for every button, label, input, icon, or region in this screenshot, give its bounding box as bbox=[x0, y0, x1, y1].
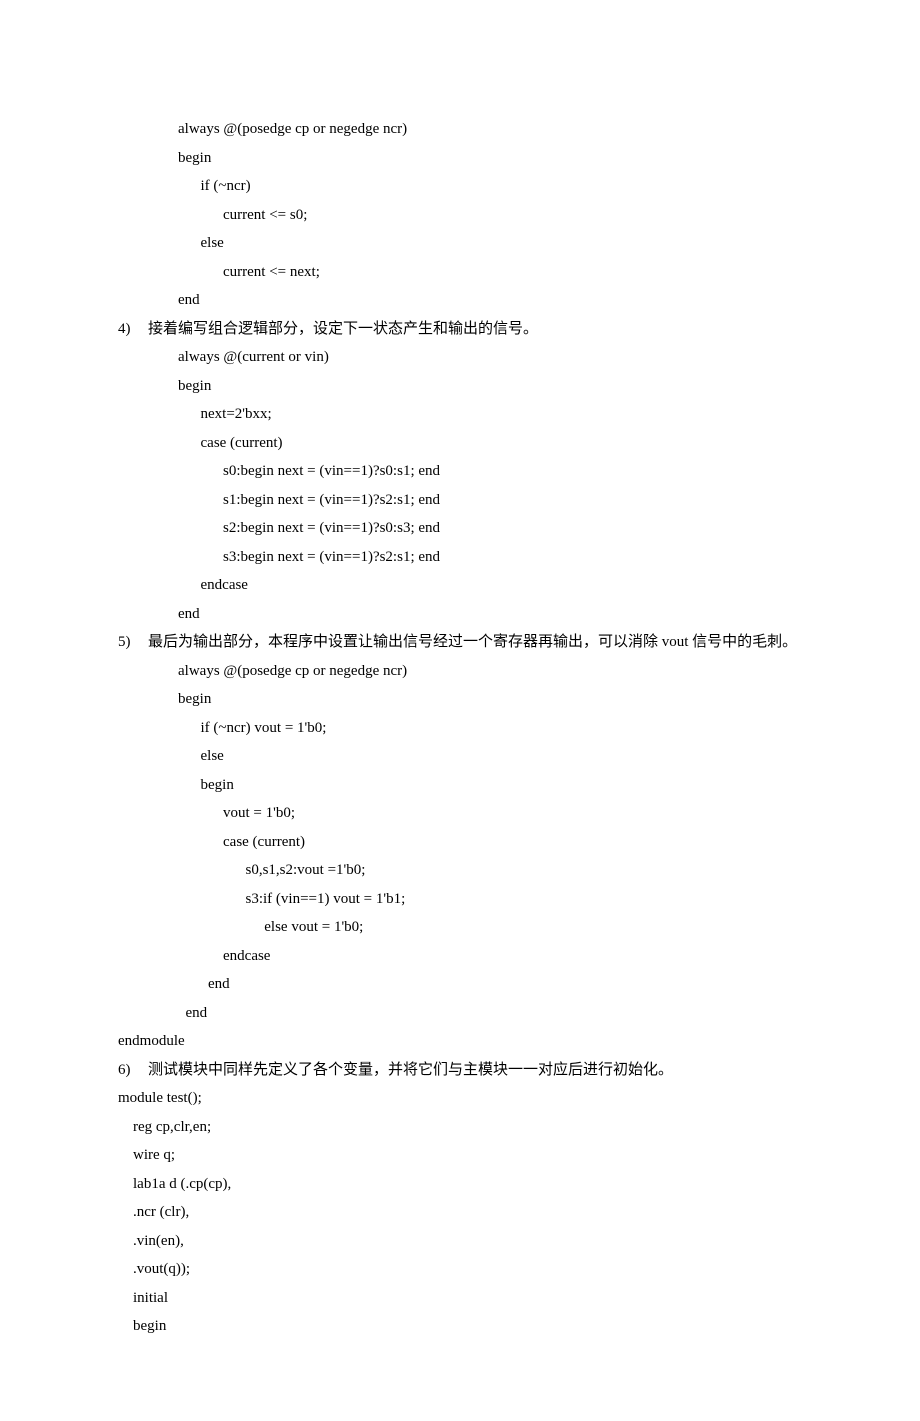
code-line: .vin(en), bbox=[118, 1227, 800, 1256]
code-line: lab1a d (.cp(cp), bbox=[118, 1170, 800, 1199]
item-text: 测试模块中同样先定义了各个变量，并将它们与主模块一一对应后进行初始化。 bbox=[148, 1056, 800, 1085]
code-line: begin bbox=[148, 771, 800, 800]
code-line: s3:begin next = (vin==1)?s2:s1; end bbox=[148, 543, 800, 572]
code-line: s0,s1,s2:vout =1'b0; bbox=[148, 856, 800, 885]
code-line: .ncr (clr), bbox=[118, 1198, 800, 1227]
code-line: else bbox=[148, 229, 800, 258]
code-line: s0:begin next = (vin==1)?s0:s1; end bbox=[148, 457, 800, 486]
list-item-5: 5) 最后为输出部分，本程序中设置让输出信号经过一个寄存器再输出，可以消除 vo… bbox=[118, 628, 800, 657]
code-line: begin bbox=[148, 144, 800, 173]
list-item-6: 6) 测试模块中同样先定义了各个变量，并将它们与主模块一一对应后进行初始化。 bbox=[118, 1056, 800, 1085]
item-text: 接着编写组合逻辑部分，设定下一状态产生和输出的信号。 bbox=[148, 315, 800, 344]
code-line: end bbox=[148, 286, 800, 315]
item-text: 最后为输出部分，本程序中设置让输出信号经过一个寄存器再输出，可以消除 vout … bbox=[148, 628, 800, 657]
code-line: case (current) bbox=[148, 429, 800, 458]
item-number: 5) bbox=[118, 628, 148, 657]
code-block: always @(posedge cp or negedge ncr) begi… bbox=[118, 657, 800, 1028]
code-line: else vout = 1'b0; bbox=[148, 913, 800, 942]
code-line: current <= s0; bbox=[148, 201, 800, 230]
code-line: vout = 1'b0; bbox=[148, 799, 800, 828]
code-line: s3:if (vin==1) vout = 1'b1; bbox=[148, 885, 800, 914]
code-line: s1:begin next = (vin==1)?s2:s1; end bbox=[148, 486, 800, 515]
code-line: s2:begin next = (vin==1)?s0:s3; end bbox=[148, 514, 800, 543]
code-line: .vout(q)); bbox=[118, 1255, 800, 1284]
item-number: 4) bbox=[118, 315, 148, 344]
code-block: always @(current or vin) begin next=2'bx… bbox=[118, 343, 800, 628]
code-line: always @(current or vin) bbox=[148, 343, 800, 372]
code-line: end bbox=[148, 999, 800, 1028]
code-line: always @(posedge cp or negedge ncr) bbox=[148, 657, 800, 686]
code-line: module test(); bbox=[118, 1084, 800, 1113]
code-line: reg cp,clr,en; bbox=[118, 1113, 800, 1142]
code-line: initial bbox=[118, 1284, 800, 1313]
code-block: module test(); reg cp,clr,en; wire q; la… bbox=[118, 1084, 800, 1341]
code-line: endcase bbox=[148, 571, 800, 600]
code-line: endmodule bbox=[118, 1027, 800, 1056]
item-number: 6) bbox=[118, 1056, 148, 1085]
code-line: always @(posedge cp or negedge ncr) bbox=[148, 115, 800, 144]
document-page: always @(posedge cp or negedge ncr) begi… bbox=[0, 0, 920, 1421]
code-line: endcase bbox=[148, 942, 800, 971]
code-line: next=2'bxx; bbox=[148, 400, 800, 429]
code-line: current <= next; bbox=[148, 258, 800, 287]
code-line: begin bbox=[118, 1312, 800, 1341]
code-line: begin bbox=[148, 372, 800, 401]
code-line: begin bbox=[148, 685, 800, 714]
code-line: if (~ncr) vout = 1'b0; bbox=[148, 714, 800, 743]
code-line: else bbox=[148, 742, 800, 771]
code-line: wire q; bbox=[118, 1141, 800, 1170]
code-line: if (~ncr) bbox=[148, 172, 800, 201]
code-block: always @(posedge cp or negedge ncr) begi… bbox=[118, 115, 800, 315]
list-item-4: 4) 接着编写组合逻辑部分，设定下一状态产生和输出的信号。 bbox=[118, 315, 800, 344]
code-line: end bbox=[148, 970, 800, 999]
code-line: end bbox=[148, 600, 800, 629]
code-line: case (current) bbox=[148, 828, 800, 857]
